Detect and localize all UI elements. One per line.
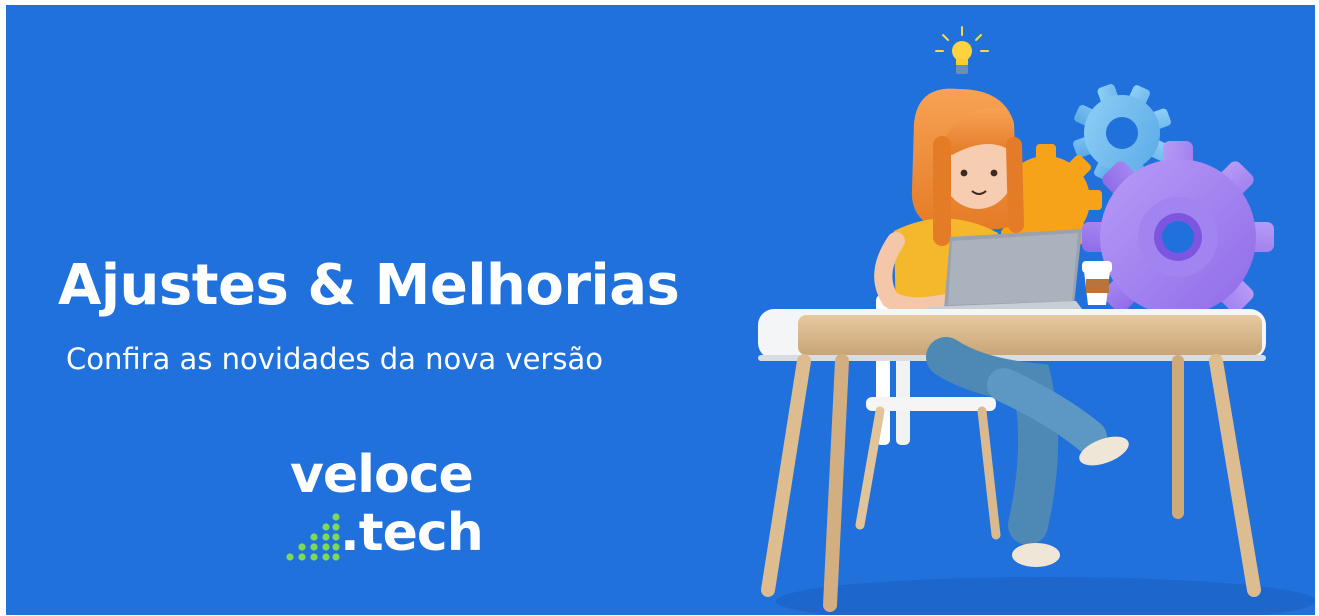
subheadline: Confira as novidades da nova versão xyxy=(66,342,603,376)
gear-icon xyxy=(1082,141,1274,333)
logo-word-tech: .tech xyxy=(340,503,484,563)
brand-logo: veloce .tech xyxy=(284,445,524,575)
announcement-banner: Ajustes & Melhorias Confira as novidades… xyxy=(6,5,1315,615)
lightbulb-icon xyxy=(935,26,989,74)
logo-dots-mark xyxy=(286,513,340,561)
logo-word-veloce: veloce xyxy=(290,445,474,505)
illustration-woman-at-desk xyxy=(758,26,1315,615)
headline: Ajustes & Melhorias xyxy=(58,253,680,318)
